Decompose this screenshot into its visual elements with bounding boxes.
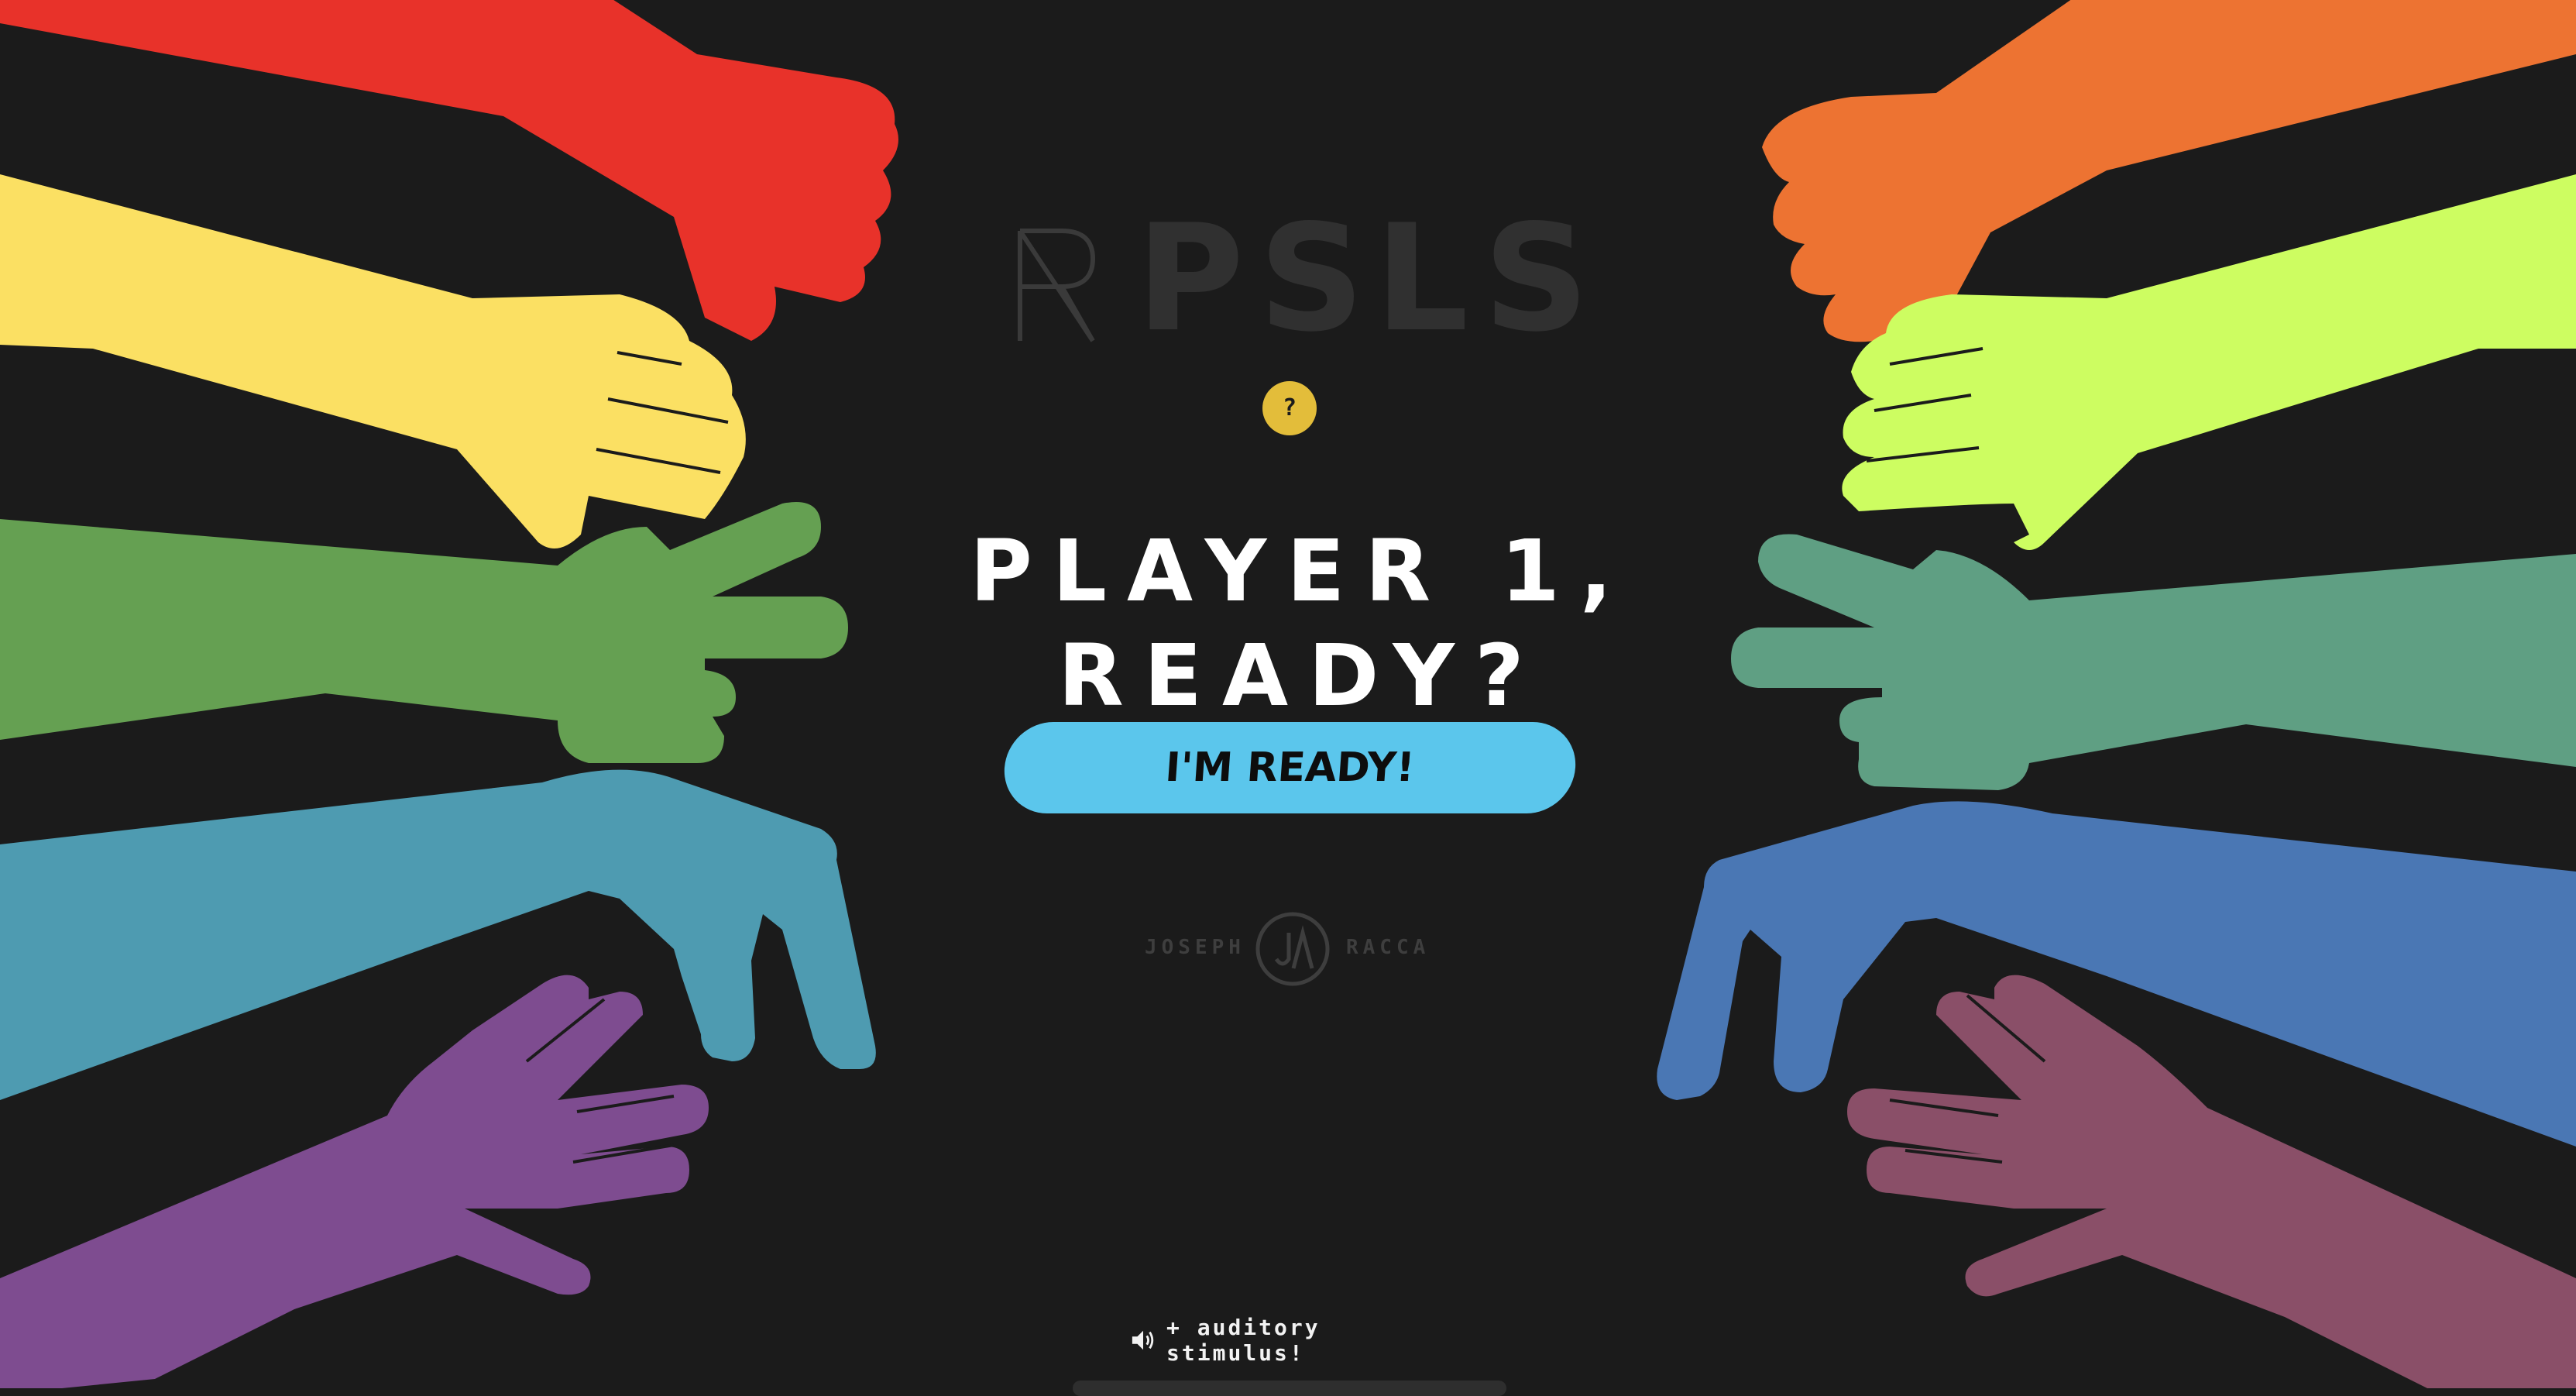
- prompt-line-1: PLAYER 1,: [970, 521, 1633, 621]
- yellow-hand: [0, 174, 746, 548]
- logo-letter-p: P: [1136, 193, 1245, 364]
- sound-label: + auditory stimulus!: [1166, 1315, 1321, 1366]
- author-credit[interactable]: JOSEPH RACCA: [1139, 906, 1448, 992]
- credit-last-name: RACCA: [1346, 936, 1431, 959]
- help-button[interactable]: ?: [1262, 381, 1317, 435]
- logo-letter-l: L: [1375, 193, 1469, 364]
- credit-first-name: JOSEPH: [1145, 936, 1245, 959]
- monogram-icon: [1255, 912, 1330, 986]
- sound-toggle[interactable]: + auditory stimulus!: [1131, 1315, 1456, 1366]
- ready-prompt: PLAYER 1, READY?: [914, 519, 1688, 728]
- teal-hand: [0, 769, 876, 1100]
- logo-letter-s: S: [1259, 193, 1365, 364]
- green-hand: [0, 502, 848, 763]
- im-ready-button[interactable]: I'M READY!: [1001, 722, 1579, 813]
- prompt-line-2: READY?: [1058, 626, 1544, 725]
- logo-letter-r-outline: [1018, 229, 1096, 342]
- seafoam-hand: [1731, 534, 2576, 790]
- bottom-bar: [1073, 1381, 1506, 1396]
- game-logo: P S L S: [1011, 193, 1615, 364]
- logo-letter-s2: S: [1483, 193, 1589, 364]
- speaker-icon: [1132, 1330, 1154, 1350]
